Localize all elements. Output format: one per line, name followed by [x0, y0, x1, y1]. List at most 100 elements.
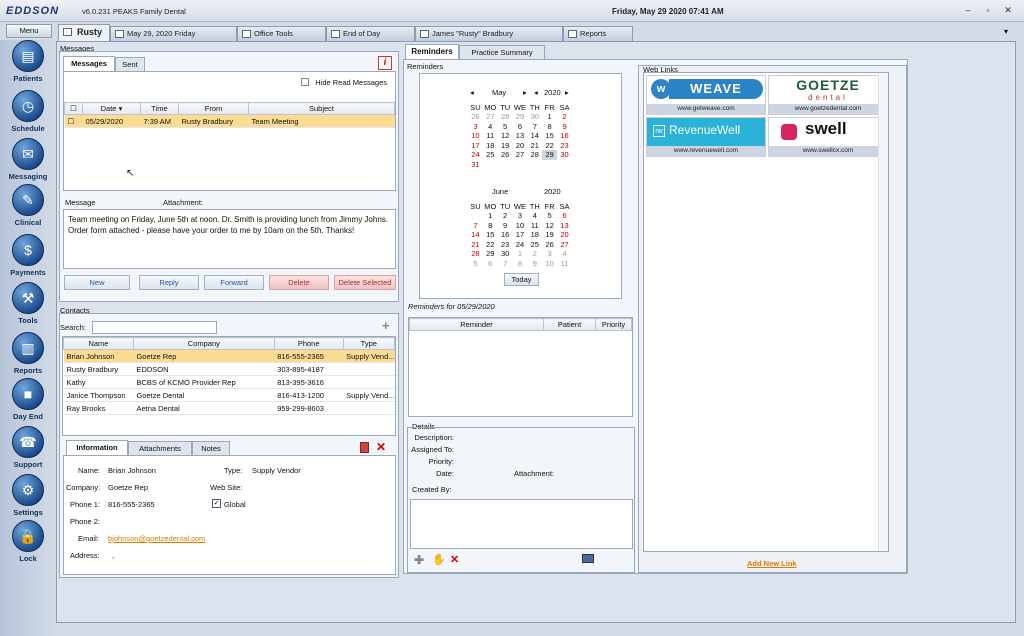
- calendar-day[interactable]: 26: [468, 112, 483, 122]
- table-row[interactable]: ☐ 05/29/2020 7:39 AM Rusty Bradbury Team Mee…: [64, 114, 395, 128]
- tab-reports[interactable]: Reports: [563, 26, 633, 41]
- sidebar-item-lock[interactable]: 🔒 Lock: [4, 520, 52, 563]
- calendar-day[interactable]: 10: [468, 131, 483, 141]
- calendar-day[interactable]: 9: [557, 122, 572, 132]
- calendar-day[interactable]: 19: [542, 230, 557, 240]
- sidebar-item-settings[interactable]: ⚙ Settings: [4, 474, 52, 517]
- calendar-day[interactable]: 8: [483, 221, 498, 231]
- calendar-day[interactable]: 20: [513, 141, 528, 151]
- calendar-day[interactable]: 2: [557, 112, 572, 122]
- table-row[interactable]: Kathy BCBS of KCMO Provider Rep 813-395-36…: [63, 375, 395, 389]
- revenuewell-link[interactable]: rw RevenueWell www.revenuewell.com: [646, 117, 766, 157]
- calendar-day[interactable]: 31: [468, 160, 483, 170]
- email-link[interactable]: bjohnson@goetzedental.com: [108, 534, 205, 543]
- calendar-day[interactable]: 4: [557, 249, 572, 259]
- calendar-day[interactable]: 29: [513, 112, 528, 122]
- calendar-day[interactable]: 23: [557, 141, 572, 151]
- add-contact-icon[interactable]: +: [382, 319, 390, 332]
- contact-search-input[interactable]: [92, 321, 217, 334]
- calendar-day[interactable]: 5: [468, 259, 483, 269]
- calendar-day[interactable]: 1: [483, 211, 498, 221]
- col-phone[interactable]: Phone: [273, 337, 344, 350]
- calendar-day[interactable]: 11: [527, 221, 542, 231]
- sidebar-item-day-end[interactable]: ■ Day End: [4, 378, 52, 421]
- weave-link[interactable]: w WEAVE www.getweave.com: [646, 75, 766, 115]
- web-links-scrollbar[interactable]: [878, 73, 888, 551]
- table-row[interactable]: Ray Brooks Aetna Dental 959-299-8603: [63, 401, 395, 415]
- calendar-day[interactable]: 5: [542, 211, 557, 221]
- calendar-day[interactable]: 27: [557, 240, 572, 250]
- calendar-day[interactable]: 17: [468, 141, 483, 151]
- calendar-day[interactable]: 16: [498, 230, 513, 240]
- calendar-day[interactable]: 20: [557, 230, 572, 240]
- calendar-day[interactable]: 28: [468, 249, 483, 259]
- calendar-day[interactable]: 15: [542, 131, 557, 141]
- tab-information[interactable]: Information: [66, 440, 128, 455]
- calendar-day[interactable]: 1: [542, 112, 557, 122]
- calendar-day[interactable]: 6: [483, 259, 498, 269]
- calendar-day[interactable]: 12: [542, 221, 557, 231]
- sidebar-item-support[interactable]: ☎ Support: [4, 426, 52, 469]
- calendar-day[interactable]: 10: [542, 259, 557, 269]
- calendar-day[interactable]: 8: [513, 259, 528, 269]
- tab-reminders[interactable]: Reminders: [405, 44, 459, 59]
- next-year-icon[interactable]: ▸: [565, 88, 569, 97]
- calendar-day[interactable]: 24: [468, 150, 483, 160]
- calendar-day[interactable]: 22: [542, 141, 557, 151]
- calendar-day[interactable]: 14: [468, 230, 483, 240]
- col-patient[interactable]: Patient: [543, 318, 596, 331]
- edit-reminder-icon[interactable]: ✋: [432, 553, 446, 566]
- calendar-day[interactable]: 11: [557, 259, 572, 269]
- sidebar-item-reports[interactable]: ▥ Reports: [4, 332, 52, 375]
- sidebar-item-schedule[interactable]: ◷ Schedule: [4, 90, 52, 133]
- tab-end-of-day[interactable]: End of Day: [326, 26, 415, 41]
- today-button[interactable]: Today: [504, 273, 539, 286]
- tab-office-tools[interactable]: Office Tools: [237, 26, 326, 41]
- calendar-day[interactable]: 3: [542, 249, 557, 259]
- calendar-day[interactable]: 13: [513, 131, 528, 141]
- calendar-day[interactable]: 7: [468, 221, 483, 231]
- col-subject[interactable]: Subject: [248, 102, 395, 115]
- delete-contact-icon[interactable]: ✕: [376, 440, 386, 454]
- tab-attachments[interactable]: Attachments: [128, 441, 192, 455]
- col-name[interactable]: Name: [63, 337, 134, 350]
- goetze-link[interactable]: GOETZE dental www.goetzedental.com: [768, 75, 888, 115]
- calendar-day[interactable]: 18: [527, 230, 542, 240]
- calendar-day[interactable]: 29: [542, 150, 558, 160]
- calendar-day[interactable]: 12: [498, 131, 513, 141]
- calendar-day[interactable]: 6: [557, 211, 572, 221]
- add-reminder-icon[interactable]: ✚: [414, 553, 424, 567]
- sidebar-item-payments[interactable]: $ Payments: [4, 234, 52, 277]
- prev-month-icon[interactable]: ◂: [470, 88, 474, 97]
- forward-button[interactable]: Forward: [204, 275, 264, 290]
- table-row[interactable]: Janice Thompson Goetze Dental 816-413-1200…: [63, 388, 395, 402]
- col-reminder[interactable]: Reminder: [409, 318, 544, 331]
- calendar-day[interactable]: 3: [513, 211, 528, 221]
- prev-year-icon[interactable]: ◂: [534, 88, 538, 97]
- calendar-day[interactable]: 7: [527, 122, 542, 132]
- calendar-day[interactable]: 23: [498, 240, 513, 250]
- tab-date[interactable]: May 29, 2020 Friday: [110, 26, 237, 41]
- global-checkbox[interactable]: ✓: [212, 499, 221, 508]
- calendar-day[interactable]: 28: [527, 150, 542, 160]
- info-icon[interactable]: i: [378, 56, 392, 70]
- calendar-day[interactable]: 9: [498, 221, 513, 231]
- reply-button[interactable]: Reply: [139, 275, 199, 290]
- sidebar-item-messaging[interactable]: ✉ Messaging: [4, 138, 52, 181]
- tab-sent[interactable]: Sent: [115, 57, 145, 71]
- restore-icon[interactable]: ▫: [982, 5, 994, 16]
- calendar-day[interactable]: 26: [542, 240, 557, 250]
- calendar-day[interactable]: 11: [483, 131, 498, 141]
- calendar-day[interactable]: 15: [483, 230, 498, 240]
- calendar-day[interactable]: 5: [498, 122, 513, 132]
- col-company[interactable]: Company: [132, 337, 275, 350]
- calendar-day[interactable]: 21: [527, 141, 542, 151]
- calendar-day[interactable]: 25: [483, 150, 498, 160]
- table-row[interactable]: Brian Johnson Goetze Rep 816-555-2365 Suppl…: [63, 349, 395, 363]
- sidebar-item-patients[interactable]: ▤ Patients: [4, 40, 52, 83]
- swell-link[interactable]: swell www.swellcx.com: [768, 117, 888, 157]
- calendar-day[interactable]: 30: [527, 112, 542, 122]
- calendar-day[interactable]: 7: [498, 259, 513, 269]
- calendar-day[interactable]: 17: [513, 230, 528, 240]
- delete-button[interactable]: Delete: [269, 275, 329, 290]
